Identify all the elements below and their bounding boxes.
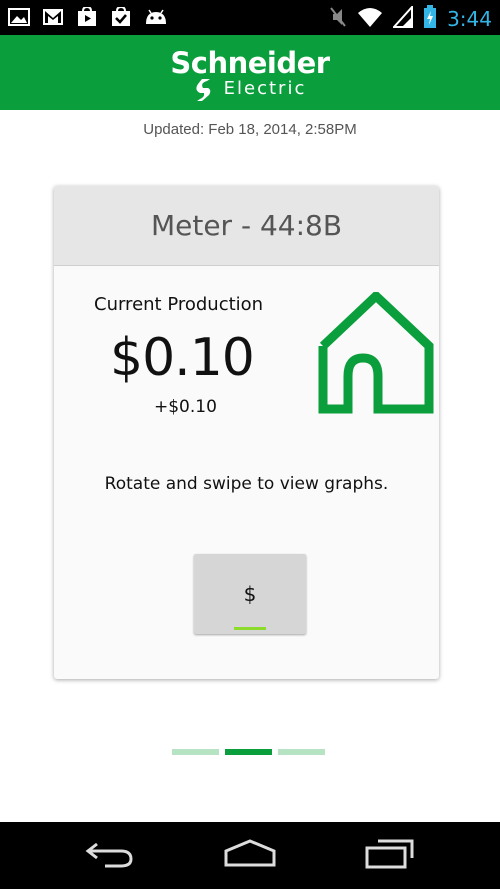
- recent-apps-button[interactable]: [355, 836, 425, 876]
- clock: 3:44: [447, 7, 492, 31]
- mute-icon: [329, 6, 347, 32]
- back-button[interactable]: [75, 836, 145, 876]
- play-store-icon: [76, 7, 98, 27]
- back-icon: [85, 839, 135, 873]
- gallery-icon: [8, 8, 30, 26]
- android-icon: [144, 8, 168, 26]
- notification-icons: [8, 7, 168, 27]
- house-icon: [318, 289, 434, 418]
- system-icons: 3:44: [329, 4, 492, 33]
- page-indicator-1[interactable]: [172, 749, 219, 755]
- task-icon: [110, 7, 132, 27]
- meter-title: Meter - 44:8B: [54, 186, 439, 266]
- logo-sub-text: Electric: [196, 78, 307, 101]
- logo-main-text: Schneider: [170, 46, 330, 80]
- navigation-bar: [0, 822, 500, 889]
- logo-sub-label: Electric: [223, 78, 307, 99]
- wifi-icon: [357, 6, 383, 32]
- currency-toggle-button[interactable]: $: [194, 554, 306, 634]
- production-label: Current Production: [94, 294, 264, 315]
- signal-icon: [391, 4, 414, 32]
- currency-selected-indicator: [234, 627, 266, 630]
- rotate-hint: Rotate and swipe to view graphs.: [104, 474, 389, 494]
- battery-charging-icon: [423, 5, 437, 33]
- meter-card[interactable]: Meter - 44:8B Current Production $0.10 +…: [54, 186, 439, 679]
- page-indicator-2[interactable]: [225, 749, 272, 755]
- page-indicator-3[interactable]: [278, 749, 325, 755]
- recent-apps-icon: [364, 839, 416, 873]
- currency-button-label: $: [243, 582, 257, 606]
- gmail-icon: [42, 8, 64, 26]
- home-button[interactable]: [215, 836, 285, 876]
- updated-timestamp: Updated: Feb 18, 2014, 2:58PM: [143, 121, 357, 138]
- app-header: Schneider Electric: [0, 35, 500, 110]
- logo-mark-icon: [194, 79, 218, 106]
- home-icon: [224, 839, 276, 873]
- production-delta: +$0.10: [154, 397, 217, 417]
- status-bar: 3:44: [0, 0, 500, 35]
- page-indicator: [172, 749, 325, 755]
- brand-logo: Schneider Electric: [0, 46, 500, 101]
- production-value: $0.10: [110, 328, 255, 388]
